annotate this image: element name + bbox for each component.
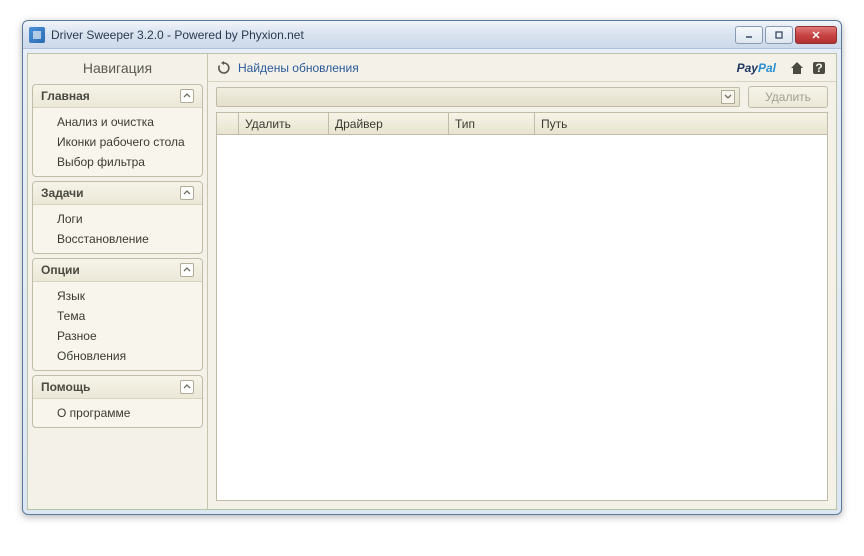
nav-header-options[interactable]: Опции <box>33 259 202 282</box>
help-icon[interactable]: ? <box>810 59 828 77</box>
nav-item-language[interactable]: Язык <box>33 286 202 306</box>
topbar: Найдены обновления PayPal ? <box>208 54 836 82</box>
updates-found-link[interactable]: Найдены обновления <box>238 61 737 75</box>
titlebar[interactable]: Driver Sweeper 3.2.0 - Powered by Phyxio… <box>23 21 841 49</box>
nav-group-options: Опции Язык Тема Разное Обновления <box>32 258 203 371</box>
chevron-up-icon <box>180 380 194 394</box>
column-type[interactable]: Тип <box>449 113 535 134</box>
app-window: Driver Sweeper 3.2.0 - Powered by Phyxio… <box>22 20 842 515</box>
column-driver[interactable]: Драйвер <box>329 113 449 134</box>
delete-button[interactable]: Удалить <box>748 86 828 108</box>
chevron-down-icon <box>721 90 735 104</box>
chevron-up-icon <box>180 263 194 277</box>
nav-item-desktop-icons[interactable]: Иконки рабочего стола <box>33 132 202 152</box>
nav-group-tasks: Задачи Логи Восстановление <box>32 181 203 254</box>
app-icon <box>29 27 45 43</box>
nav-item-filter-select[interactable]: Выбор фильтра <box>33 152 202 172</box>
minimize-button[interactable] <box>735 26 763 44</box>
nav-header-label: Помощь <box>41 380 90 394</box>
sidebar: Навигация Главная Анализ и очистка Иконк… <box>28 54 208 509</box>
nav-item-theme[interactable]: Тема <box>33 306 202 326</box>
grid-header: Удалить Драйвер Тип Путь <box>217 113 827 135</box>
maximize-button[interactable] <box>765 26 793 44</box>
column-delete[interactable]: Удалить <box>239 113 329 134</box>
nav-item-updates[interactable]: Обновления <box>33 346 202 366</box>
nav-group-help: Помощь О программе <box>32 375 203 428</box>
paypal-logo[interactable]: PayPal <box>737 59 776 77</box>
nav-header-label: Задачи <box>41 186 84 200</box>
column-checkbox[interactable] <box>217 113 239 134</box>
column-path[interactable]: Путь <box>535 113 827 134</box>
window-controls <box>735 26 837 44</box>
svg-text:?: ? <box>815 61 822 75</box>
nav-item-logs[interactable]: Логи <box>33 209 202 229</box>
nav-item-about[interactable]: О программе <box>33 403 202 423</box>
chevron-up-icon <box>180 89 194 103</box>
content-area: Навигация Главная Анализ и очистка Иконк… <box>27 53 837 510</box>
main-panel: Найдены обновления PayPal ? Удалить Уд <box>208 54 836 509</box>
nav-group-main: Главная Анализ и очистка Иконки рабочего… <box>32 84 203 177</box>
toolbar: Удалить <box>208 82 836 112</box>
home-icon[interactable] <box>788 59 806 77</box>
filter-dropdown[interactable] <box>216 87 740 107</box>
nav-header-label: Главная <box>41 89 90 103</box>
close-button[interactable] <box>795 26 837 44</box>
results-grid: Удалить Драйвер Тип Путь <box>216 112 828 501</box>
nav-item-restore[interactable]: Восстановление <box>33 229 202 249</box>
sidebar-title: Навигация <box>28 54 207 82</box>
nav-item-analysis[interactable]: Анализ и очистка <box>33 112 202 132</box>
chevron-up-icon <box>180 186 194 200</box>
nav-item-misc[interactable]: Разное <box>33 326 202 346</box>
nav-header-tasks[interactable]: Задачи <box>33 182 202 205</box>
nav-header-label: Опции <box>41 263 80 277</box>
window-title: Driver Sweeper 3.2.0 - Powered by Phyxio… <box>51 28 735 42</box>
nav-header-help[interactable]: Помощь <box>33 376 202 399</box>
nav-header-main[interactable]: Главная <box>33 85 202 108</box>
refresh-icon[interactable] <box>216 60 232 76</box>
